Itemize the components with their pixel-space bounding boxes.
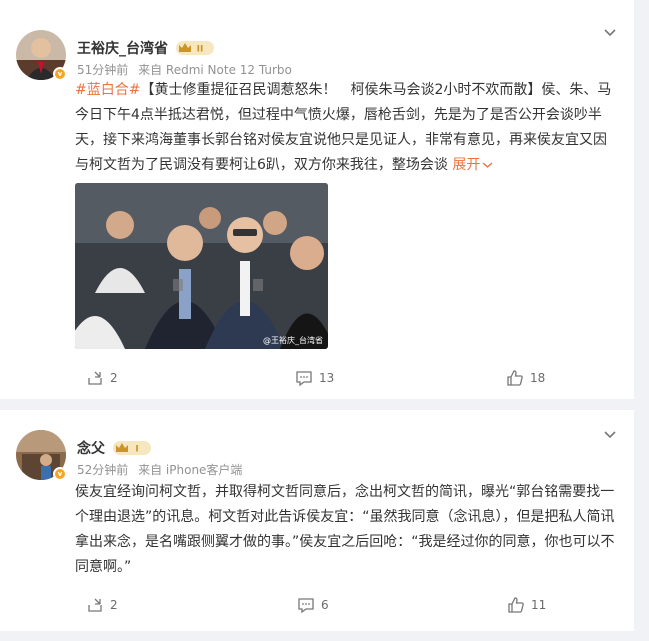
- vip-level: I: [135, 445, 138, 455]
- post-meta: 51分钟前 来自 Redmi Note 12 Turbo: [77, 61, 292, 78]
- like-icon: [507, 370, 523, 386]
- post-text: #蓝白合#【黄士修重提征召民调惹怒朱！ 柯侯朱马会谈2小时不欢而散】侯、朱、马今…: [75, 78, 615, 178]
- expand-link[interactable]: 展开: [452, 157, 493, 173]
- author-name[interactable]: 念父: [77, 438, 105, 458]
- like-count: 11: [531, 598, 547, 612]
- comment-button[interactable]: 6: [297, 596, 329, 614]
- post-time[interactable]: 51分钟前: [77, 63, 128, 77]
- feed-post: v 念父 I 52分钟前 来自 iPhone客户端 侯友宜经询问柯文哲，并取得柯…: [0, 410, 634, 631]
- repost-button[interactable]: 2: [86, 369, 118, 387]
- vip-crown-icon[interactable]: I: [113, 440, 151, 455]
- post-source: 来自 iPhone客户端: [138, 463, 243, 477]
- post-image[interactable]: @王裕庆_台湾省: [75, 183, 328, 349]
- author-name[interactable]: 王裕庆_台湾省: [77, 38, 168, 58]
- image-watermark: @王裕庆_台湾省: [263, 335, 323, 345]
- post-time[interactable]: 52分钟前: [77, 463, 128, 477]
- vip-crown-icon[interactable]: II: [176, 40, 214, 55]
- repost-count: 2: [110, 598, 118, 612]
- post-source: 来自 Redmi Note 12 Turbo: [138, 63, 292, 77]
- repost-icon: [88, 371, 102, 385]
- repost-icon: [88, 598, 102, 612]
- post-text-content: 【黄士修重提征召民调惹怒朱！ 柯侯朱马会谈2小时不欢而散】侯、朱、马今日下午4点…: [75, 82, 612, 173]
- post-text: 侯友宜经询问柯文哲，并取得柯文哲同意后，念出柯文哲的简讯，曝光“郭台铭需要找一个…: [75, 484, 615, 575]
- comment-count: 6: [321, 598, 329, 612]
- chevron-down-icon[interactable]: [602, 426, 618, 442]
- vip-level: II: [197, 45, 204, 55]
- like-count: 18: [530, 371, 546, 385]
- repost-count: 2: [110, 371, 118, 385]
- like-button[interactable]: 11: [507, 596, 546, 614]
- comment-count: 13: [319, 371, 335, 385]
- feed-post: v 王裕庆_台湾省 II 51分钟前 来自 Redmi Note 12 Turb…: [0, 0, 634, 399]
- topic-link[interactable]: #蓝白合#: [75, 82, 140, 98]
- comment-button[interactable]: 13: [295, 369, 334, 387]
- post-meta: 52分钟前 来自 iPhone客户端: [77, 461, 242, 478]
- like-button[interactable]: 18: [506, 369, 545, 387]
- comment-icon: [296, 371, 312, 387]
- chevron-down-icon[interactable]: [602, 24, 618, 40]
- expand-chevron-icon: [482, 162, 493, 168]
- comment-icon: [298, 598, 314, 614]
- feed-divider: [0, 631, 649, 641]
- like-icon: [508, 597, 524, 613]
- verified-badge-icon: v: [53, 467, 67, 481]
- verified-badge-icon: v: [53, 67, 67, 81]
- repost-button[interactable]: 2: [86, 596, 118, 614]
